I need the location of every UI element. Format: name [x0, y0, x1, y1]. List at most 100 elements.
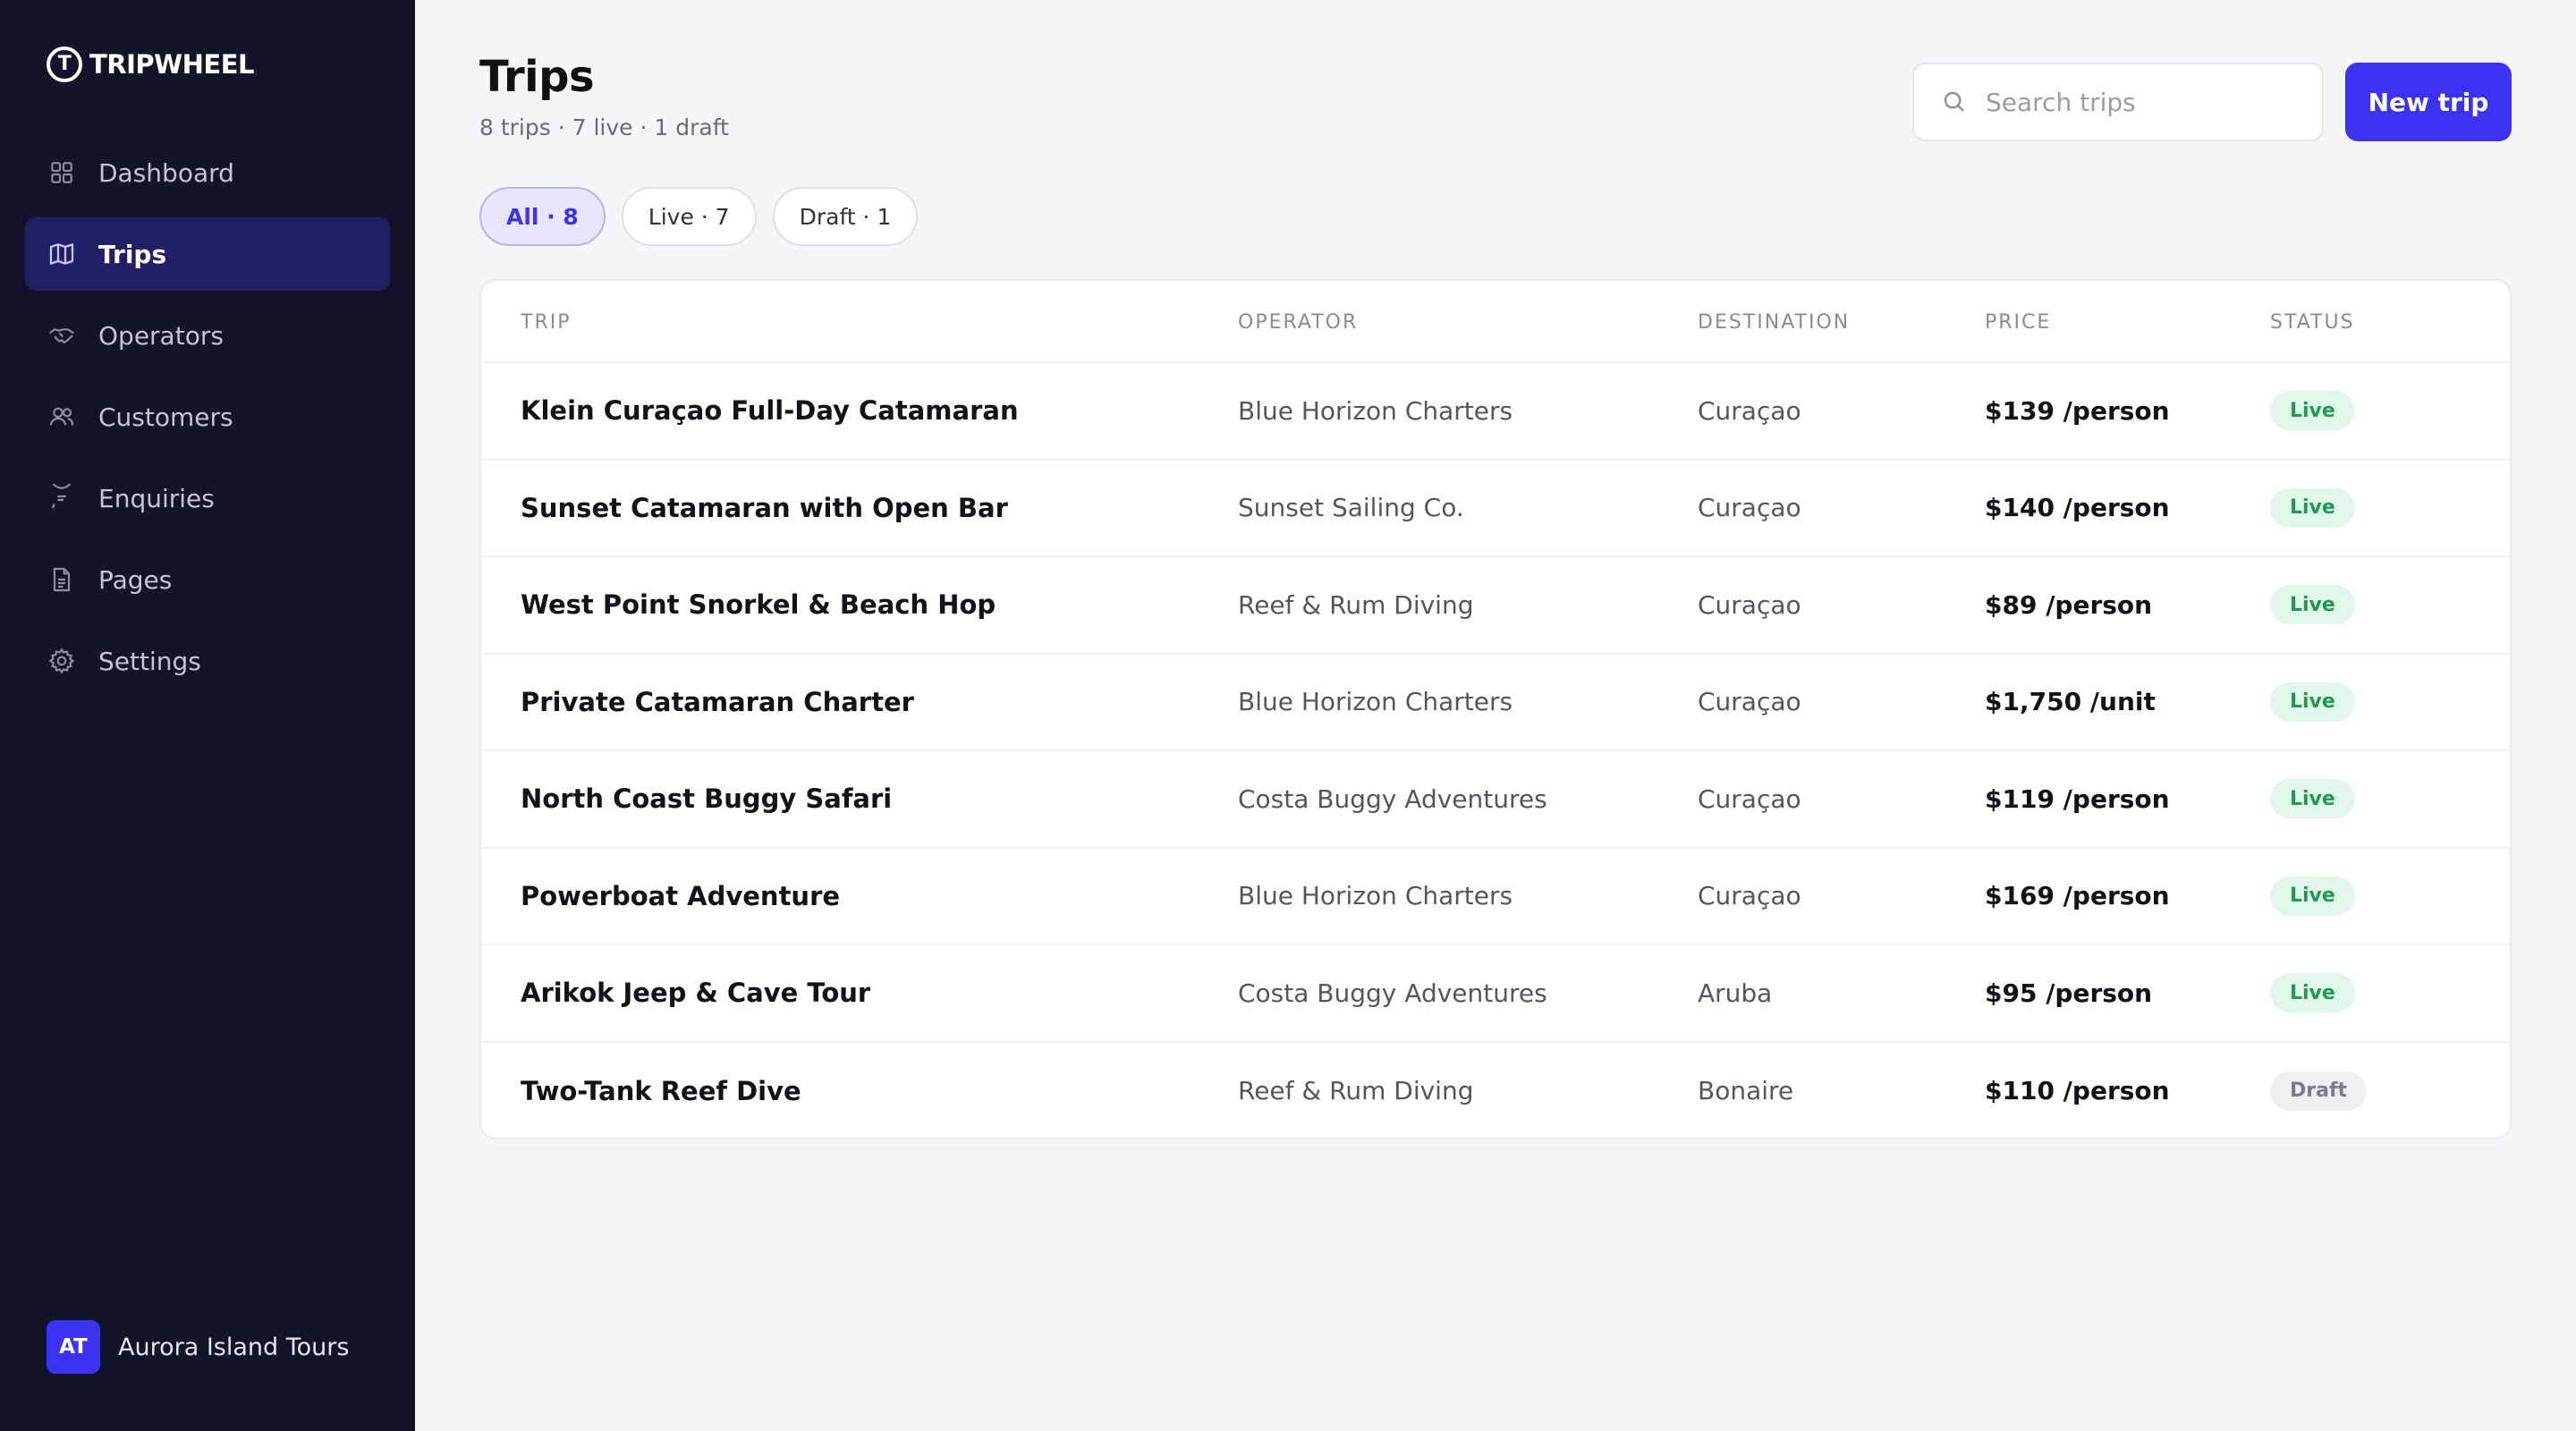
- trip-price: $1,750 /unit: [1985, 687, 2156, 717]
- status-cell: Live: [2270, 849, 2355, 944]
- trip-operator: Blue Horizon Charters: [1238, 687, 1513, 717]
- sidebar-item-settings[interactable]: Settings: [25, 624, 390, 698]
- gear-icon: [47, 646, 77, 676]
- table-header: TRIP OPERATOR DESTINATION PRICE STATUS: [481, 281, 2510, 363]
- sidebar-item-label: Pages: [98, 564, 173, 595]
- chat-icon: [47, 483, 77, 513]
- sidebar-item-label: Operators: [98, 320, 224, 351]
- trip-operator: Costa Buggy Adventures: [1238, 783, 1547, 814]
- trip-destination: Curaçao: [1698, 783, 1801, 814]
- grid-icon: [47, 157, 77, 188]
- trip-destination: Bonaire: [1698, 1076, 1794, 1106]
- trip-price: $95 /person: [1985, 978, 2153, 1008]
- table-row[interactable]: Klein Curaçao Full-Day Catamaran Blue Ho…: [481, 363, 2510, 461]
- sidebar-item-operators[interactable]: Operators: [25, 299, 390, 372]
- trip-price: $119 /person: [1985, 783, 2170, 814]
- status-cell: Live: [2270, 461, 2355, 556]
- trip-price: $169 /person: [1985, 881, 2170, 911]
- sidebar-item-enquiries[interactable]: Enquiries: [25, 461, 390, 535]
- trip-name[interactable]: North Coast Buggy Safari: [521, 751, 892, 847]
- table-row[interactable]: Private Catamaran Charter Blue Horizon C…: [481, 655, 2510, 751]
- filter-live[interactable]: Live · 7: [621, 187, 757, 246]
- status-badge: Live: [2270, 487, 2355, 528]
- status-filter-tabs: All · 8 Live · 7 Draft · 1: [479, 187, 919, 246]
- sidebar-item-customers[interactable]: Customers: [25, 380, 390, 453]
- trip-price: $139 /person: [1985, 395, 2170, 426]
- new-trip-button[interactable]: New trip: [2345, 63, 2512, 141]
- status-cell: Live: [2270, 945, 2355, 1041]
- file-icon: [47, 564, 77, 595]
- table-row[interactable]: North Coast Buggy Safari Costa Buggy Adv…: [481, 751, 2510, 849]
- avatar: AT: [47, 1320, 100, 1374]
- sidebar-item-dashboard[interactable]: Dashboard: [25, 136, 390, 209]
- status-badge: Live: [2270, 682, 2355, 722]
- account-name: Aurora Island Tours: [118, 1333, 350, 1361]
- table-row[interactable]: Powerboat Adventure Blue Horizon Charter…: [481, 849, 2510, 945]
- brand-logo-icon: T: [47, 47, 82, 82]
- column-header-trip[interactable]: TRIP: [521, 311, 571, 334]
- status-cell: Live: [2270, 363, 2355, 459]
- trip-destination: Curaçao: [1698, 687, 1801, 717]
- status-badge: Live: [2270, 973, 2355, 1013]
- trip-operator: Blue Horizon Charters: [1238, 881, 1513, 911]
- trip-operator: Reef & Rum Diving: [1238, 589, 1474, 620]
- trip-operator: Costa Buggy Adventures: [1238, 978, 1547, 1008]
- users-icon: [47, 402, 77, 432]
- column-header-operator[interactable]: OPERATOR: [1238, 311, 1358, 334]
- trip-price: $110 /person: [1985, 1076, 2170, 1106]
- page-subtitle: 8 trips · 7 live · 1 draft: [479, 114, 729, 140]
- filter-all[interactable]: All · 8: [479, 187, 606, 246]
- status-badge: Live: [2270, 391, 2355, 431]
- brand[interactable]: T TRIPWHEEL: [47, 47, 255, 82]
- sidebar-item-label: Customers: [98, 402, 233, 432]
- page-title: Trips: [479, 52, 595, 102]
- trip-name[interactable]: Klein Curaçao Full-Day Catamaran: [521, 363, 1019, 459]
- trip-name[interactable]: Powerboat Adventure: [521, 849, 840, 944]
- trip-destination: Curaçao: [1698, 493, 1801, 523]
- trip-destination: Curaçao: [1698, 881, 1801, 911]
- search-icon: [1944, 91, 1964, 112]
- search-box[interactable]: [1912, 63, 2324, 141]
- table-row[interactable]: West Point Snorkel & Beach Hop Reef & Ru…: [481, 557, 2510, 655]
- sidebar-nav: Dashboard Trips Operators Customers Enqu…: [25, 136, 390, 706]
- column-header-status[interactable]: STATUS: [2270, 311, 2355, 334]
- status-badge: Live: [2270, 876, 2355, 916]
- trip-name[interactable]: Arikok Jeep & Cave Tour: [521, 945, 870, 1041]
- sidebar-item-pages[interactable]: Pages: [25, 543, 390, 616]
- status-badge: Live: [2270, 779, 2355, 819]
- brand-name: TRIPWHEEL: [89, 49, 255, 80]
- sidebar-item-trips[interactable]: Trips: [25, 217, 390, 291]
- sidebar-item-label: Settings: [98, 646, 201, 676]
- trip-name[interactable]: Two-Tank Reef Dive: [521, 1043, 801, 1139]
- trip-name[interactable]: Private Catamaran Charter: [521, 655, 914, 750]
- trip-name[interactable]: West Point Snorkel & Beach Hop: [521, 557, 996, 653]
- filter-draft[interactable]: Draft · 1: [772, 187, 919, 246]
- status-cell: Live: [2270, 655, 2355, 750]
- account-switcher[interactable]: AT Aurora Island Tours: [47, 1320, 349, 1374]
- status-cell: Live: [2270, 751, 2355, 847]
- status-cell: Draft: [2270, 1043, 2368, 1139]
- sidebar-item-label: Dashboard: [98, 157, 234, 188]
- table-row[interactable]: Arikok Jeep & Cave Tour Costa Buggy Adve…: [481, 945, 2510, 1043]
- status-badge: Live: [2270, 585, 2355, 625]
- trip-destination: Curaçao: [1698, 395, 1801, 426]
- sidebar-item-label: Enquiries: [98, 483, 215, 513]
- handshake-icon: [47, 320, 77, 351]
- status-cell: Live: [2270, 557, 2355, 653]
- trip-operator: Reef & Rum Diving: [1238, 1076, 1474, 1106]
- status-badge: Draft: [2270, 1071, 2368, 1111]
- trip-operator: Blue Horizon Charters: [1238, 395, 1513, 426]
- trip-operator: Sunset Sailing Co.: [1238, 493, 1464, 523]
- trip-destination: Curaçao: [1698, 589, 1801, 620]
- search-input[interactable]: [1986, 87, 2290, 117]
- trip-price: $140 /person: [1985, 493, 2170, 523]
- trip-destination: Aruba: [1698, 978, 1773, 1008]
- trips-table: TRIP OPERATOR DESTINATION PRICE STATUS K…: [479, 279, 2512, 1139]
- table-row[interactable]: Sunset Catamaran with Open Bar Sunset Sa…: [481, 461, 2510, 557]
- table-row[interactable]: Two-Tank Reef Dive Reef & Rum Diving Bon…: [481, 1043, 2510, 1139]
- column-header-price[interactable]: PRICE: [1985, 311, 2051, 334]
- trip-name[interactable]: Sunset Catamaran with Open Bar: [521, 461, 1008, 556]
- column-header-destination[interactable]: DESTINATION: [1698, 311, 1850, 334]
- sidebar: T TRIPWHEEL Dashboard Trips Operators Cu…: [0, 0, 415, 1431]
- map-icon: [47, 239, 77, 269]
